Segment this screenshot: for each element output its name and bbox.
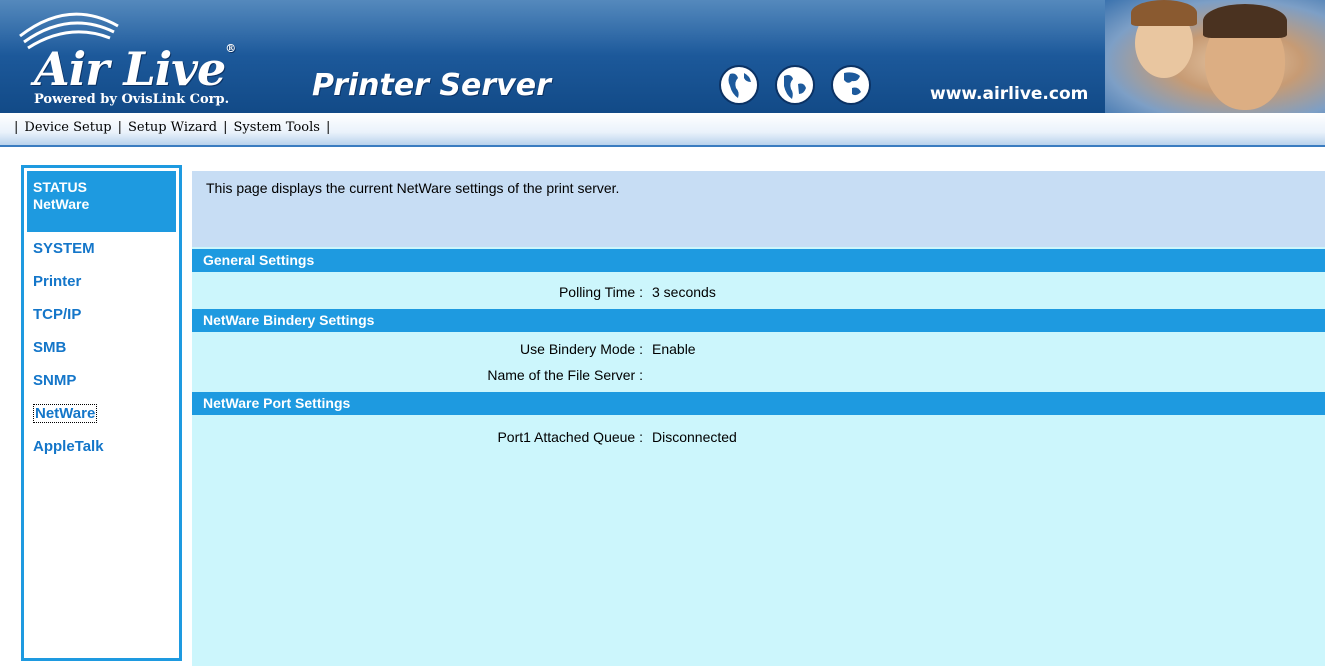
nav-device-setup[interactable]: Device Setup (24, 120, 111, 135)
airlive-logo: Air Live® Powered by OvisLink Corp. (14, 6, 284, 110)
top-navbar: | Device Setup | Setup Wizard | System T… (0, 113, 1325, 147)
nav-separator: | (223, 120, 228, 135)
setting-label: Polling Time : (558, 284, 643, 300)
sidebar-item-printer[interactable]: Printer (33, 273, 104, 306)
section-header-bindery: NetWare Bindery Settings (192, 309, 1325, 332)
section-header-port: NetWare Port Settings (192, 392, 1325, 415)
setting-row-file-server: Name of the File Server : (192, 364, 1325, 386)
sidebar-header: STATUS NetWare (27, 171, 176, 232)
header-banner: Air Live® Powered by OvisLink Corp. Prin… (0, 0, 1325, 113)
sidebar-item-smb[interactable]: SMB (33, 339, 104, 372)
globe-asia-icon (831, 65, 871, 105)
nav-setup-wizard[interactable]: Setup Wizard (128, 120, 217, 135)
setting-label: Port1 Attached Queue : (497, 429, 643, 445)
photo-child-hair (1131, 0, 1197, 26)
sidebar-item-netware[interactable]: NetWare (33, 404, 104, 438)
product-title: Printer Server (312, 68, 551, 103)
setting-label: Use Bindery Mode : (520, 341, 643, 357)
sidebar-menu: SYSTEM Printer TCP/IP SMB SNMP NetWare A… (33, 240, 104, 471)
nav-system-tools[interactable]: System Tools (234, 120, 320, 135)
photo-man-hair (1203, 4, 1287, 38)
sidebar-item-appletalk[interactable]: AppleTalk (33, 438, 104, 471)
sidebar-section-title: STATUS (33, 179, 87, 195)
section-header-general: General Settings (192, 249, 1325, 272)
nav-separator: | (117, 120, 123, 135)
setting-value: Disconnected (652, 429, 737, 445)
nav-separator: | (14, 120, 19, 135)
sidebar-item-snmp[interactable]: SNMP (33, 372, 104, 405)
top-nav-list: | Device Setup | Setup Wizard | System T… (8, 120, 336, 135)
setting-value: 3 seconds (652, 284, 716, 300)
nav-separator: | (325, 120, 331, 135)
setting-label: Name of the File Server : (487, 367, 643, 383)
setting-row-polling-time: Polling Time : 3 seconds (192, 281, 1325, 303)
page-description: This page displays the current NetWare s… (192, 171, 1325, 247)
globe-americas-icon (719, 65, 759, 105)
setting-row-port1-queue: Port1 Attached Queue : Disconnected (192, 426, 1325, 448)
globe-icons (718, 64, 872, 106)
status-sidebar: STATUS NetWare SYSTEM Printer TCP/IP SMB… (21, 165, 182, 661)
globe-americas-icon (775, 65, 815, 105)
logo-wordmark: Air Live® (34, 42, 236, 96)
sidebar-section-subtitle: NetWare (33, 196, 90, 212)
site-url: www.airlive.com (930, 84, 1089, 104)
header-photo (1105, 0, 1325, 113)
setting-row-bindery-mode: Use Bindery Mode : Enable (192, 338, 1325, 360)
netware-status-panel: This page displays the current NetWare s… (192, 171, 1325, 666)
logo-tagline: Powered by OvisLink Corp. (34, 92, 230, 107)
sidebar-item-system[interactable]: SYSTEM (33, 240, 104, 273)
sidebar-item-tcpip[interactable]: TCP/IP (33, 306, 104, 339)
setting-value: Enable (652, 341, 696, 357)
